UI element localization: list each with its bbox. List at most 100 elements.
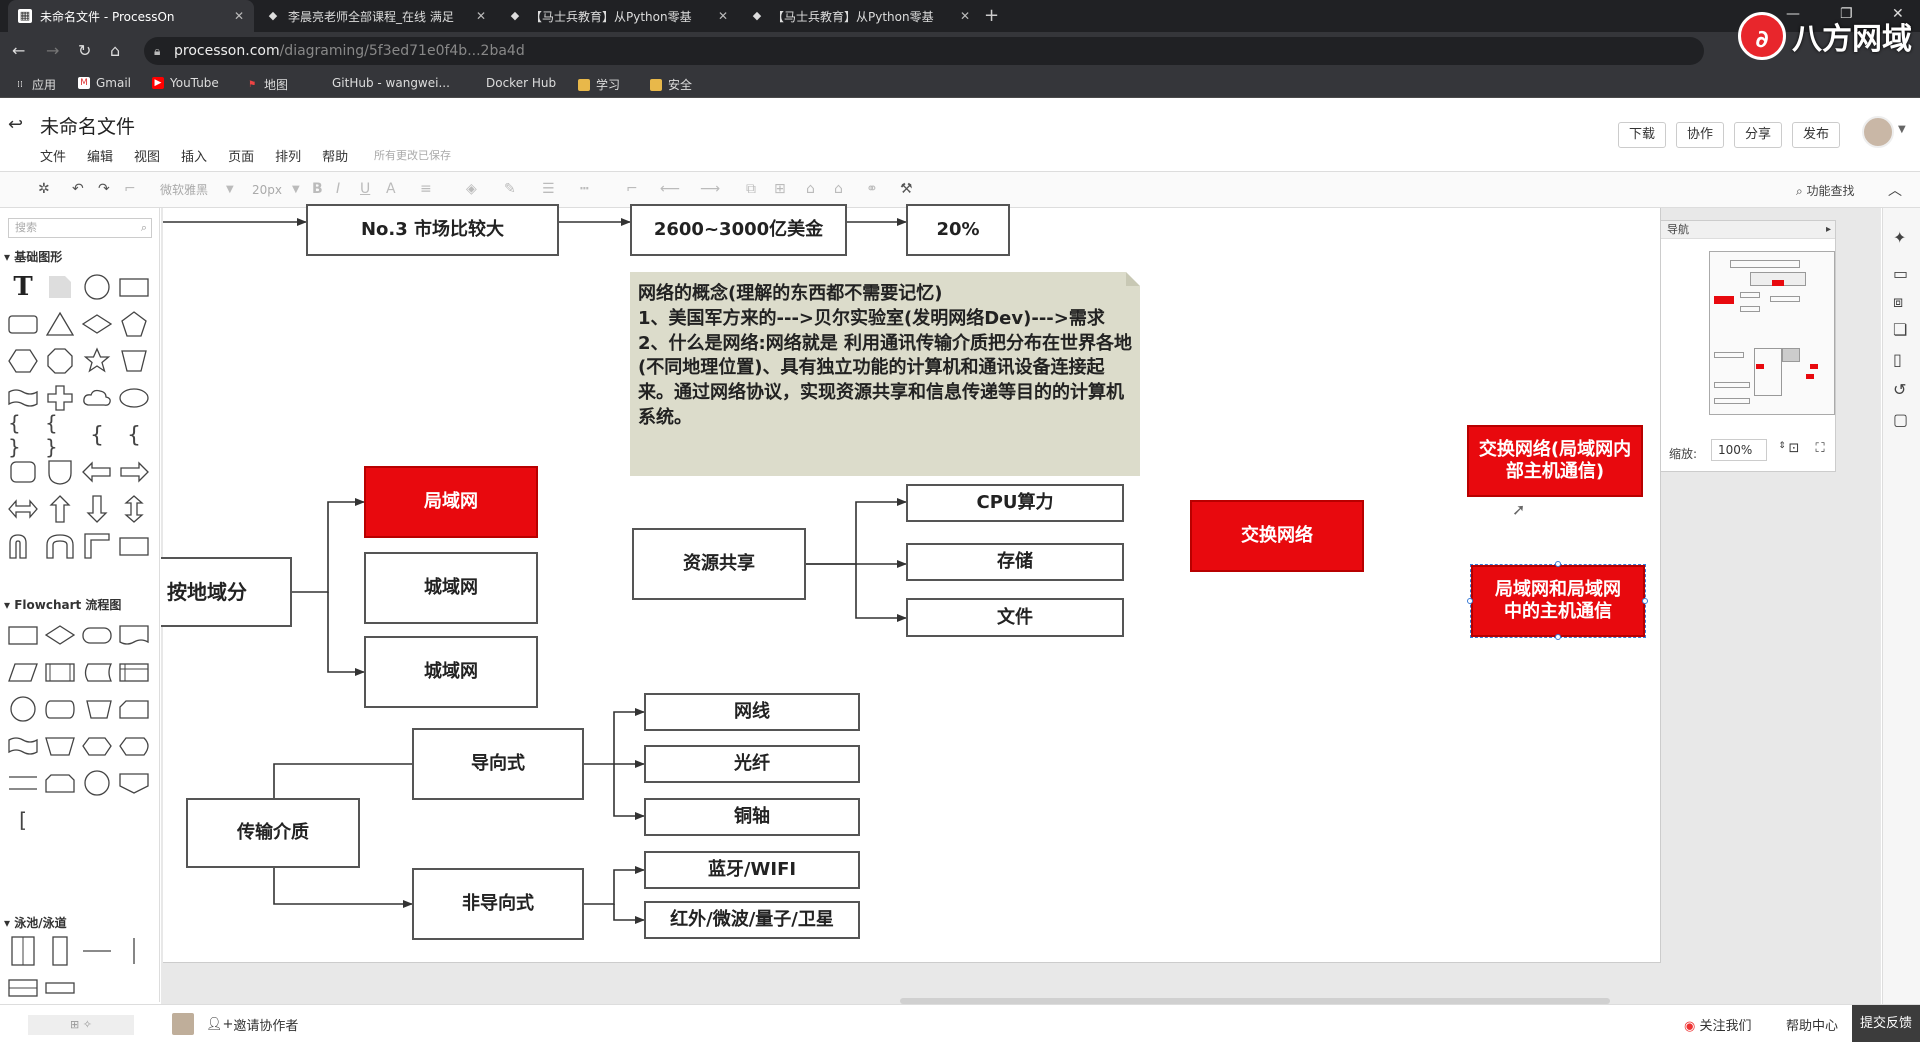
font-size-select[interactable]: 20px — [252, 179, 292, 201]
chevron-down-icon[interactable]: ▼ — [226, 184, 234, 195]
unguided-box[interactable]: 非导向式 — [412, 868, 584, 940]
font-family-select[interactable]: 微软雅黑 — [160, 179, 230, 201]
guided-box[interactable]: 导向式 — [412, 728, 584, 800]
up-arrow-shape-icon[interactable] — [45, 494, 75, 524]
navigator-collapse-icon[interactable]: ▸ — [1826, 221, 1831, 239]
feature-search[interactable]: ⌕ 功能查找 — [1796, 182, 1855, 199]
navigator-toggle-icon[interactable]: ✦ — [1893, 228, 1906, 247]
double-arrow-shape-icon[interactable] — [8, 494, 38, 524]
text-color-icon[interactable]: A — [386, 181, 396, 197]
collaborate-button[interactable]: 协作 — [1676, 122, 1725, 148]
bracket-shape-icon[interactable]: { } — [45, 411, 75, 459]
collapse-toolbar-icon[interactable]: ︿ — [1888, 180, 1902, 200]
bookmark-folder-security[interactable]: 安全 — [650, 76, 692, 93]
close-tab-icon[interactable]: ✕ — [960, 9, 970, 23]
user-avatar[interactable] — [1862, 116, 1894, 148]
market-rank-box[interactable]: No.3 市场比较大 — [306, 204, 559, 256]
menu-arrange[interactable]: 排列 — [275, 146, 301, 165]
browser-tab-python-1[interactable]: ◆ 【马士兵教育】从Python零基 ✕ — [498, 0, 738, 32]
by-region-box[interactable]: 按地域分 — [161, 557, 292, 627]
cross-shape-icon[interactable] — [45, 383, 75, 413]
banner-shape-icon[interactable] — [8, 383, 38, 413]
file-icon[interactable]: ▯ — [1893, 350, 1902, 369]
market-size-box[interactable]: 2600~3000亿美金 — [630, 204, 847, 256]
infrared-microwave-box[interactable]: 红外/微波/量子/卫星 — [644, 901, 860, 939]
rectangle-shape-icon[interactable] — [119, 272, 149, 302]
forward-icon[interactable]: → — [46, 41, 59, 60]
vertical-separator-shape-icon[interactable] — [119, 936, 149, 966]
lock-icon[interactable]: ⌂ — [806, 181, 815, 197]
bookmark-youtube[interactable]: ▶ YouTube — [152, 76, 219, 90]
offpage-shape-icon[interactable] — [119, 768, 149, 798]
fiber-box[interactable]: 光纤 — [644, 745, 860, 783]
horizontal-pool-shape-icon[interactable] — [8, 973, 38, 1003]
bold-icon[interactable]: B — [312, 181, 323, 197]
reload-icon[interactable]: ↻ — [78, 41, 91, 60]
vertical-double-arrow-shape-icon[interactable] — [119, 494, 149, 524]
bookmark-github[interactable]: GitHub - wangwei... — [332, 76, 450, 90]
cloud-shape-icon[interactable] — [82, 383, 112, 413]
line-width-icon[interactable]: ☰ — [542, 181, 555, 197]
unlock-icon[interactable]: ⌂ — [834, 181, 843, 197]
lan-to-lan-box[interactable]: 局域网和局域网中的主机通信 — [1470, 564, 1646, 638]
resource-share-box[interactable]: 资源共享 — [632, 528, 806, 600]
parallel-shape-icon[interactable] — [8, 768, 38, 798]
circle-shape-icon[interactable] — [82, 272, 112, 302]
predefined-process-shape-icon[interactable] — [45, 657, 75, 687]
underline-icon[interactable]: U — [360, 181, 370, 197]
link-icon[interactable]: ⚭ — [866, 181, 878, 197]
document-title[interactable]: 未命名文件 — [40, 112, 135, 139]
search-icon[interactable]: ⌕ — [141, 219, 147, 237]
horizontal-separator-shape-icon[interactable] — [82, 936, 112, 966]
man-box-1[interactable]: 城域网 — [364, 552, 538, 624]
tab-rect-shape-icon[interactable] — [119, 531, 149, 561]
corner-shape-icon[interactable] — [82, 531, 112, 561]
lan-box[interactable]: 局域网 — [364, 466, 538, 538]
line-style-icon[interactable]: ┅ — [580, 181, 588, 197]
triangle-shape-icon[interactable] — [45, 309, 75, 339]
switch-network-desc-box[interactable]: 交换网络(局域网内部主机通信) — [1467, 425, 1643, 497]
menu-insert[interactable]: 插入 — [181, 146, 207, 165]
manual-operation-shape-icon[interactable] — [82, 694, 112, 724]
u-turn-shape-icon[interactable] — [8, 531, 38, 561]
line-color-icon[interactable]: ✎ — [504, 181, 516, 197]
rounded-rect-shape-icon[interactable] — [8, 309, 38, 339]
or-shape-icon[interactable] — [82, 768, 112, 798]
brace-left-shape-icon[interactable]: { — [82, 420, 112, 450]
chevron-down-icon[interactable]: ▼ — [1898, 124, 1906, 135]
menu-view[interactable]: 视图 — [134, 146, 160, 165]
man-box-2[interactable]: 城域网 — [364, 636, 538, 708]
rounded-square-shape-icon[interactable] — [8, 457, 38, 487]
layer-icon[interactable]: ⧈ — [1893, 292, 1903, 312]
close-tab-icon[interactable]: ✕ — [718, 9, 728, 23]
publish-button[interactable]: 发布 — [1792, 122, 1841, 148]
octagon-shape-icon[interactable] — [45, 346, 75, 376]
hexagon-shape-icon[interactable] — [8, 346, 38, 376]
text-shape-icon[interactable]: T — [8, 272, 38, 302]
network-concept-note[interactable]: 网络的概念(理解的东西都不需要记忆) 1、美国军方来的--->贝尔实验室(发明网… — [630, 272, 1140, 476]
bookmark-folder-study[interactable]: 学习 — [578, 76, 620, 93]
redo-icon[interactable]: ↷ — [98, 181, 110, 197]
transmission-medium-box[interactable]: 传输介质 — [186, 798, 360, 868]
chevron-down-icon[interactable]: ▼ — [292, 184, 300, 195]
history-icon[interactable]: ↺ — [1893, 380, 1906, 399]
italic-icon[interactable]: I — [336, 181, 340, 197]
arch-shape-icon[interactable] — [45, 531, 75, 561]
align-icon[interactable]: ≡ — [420, 181, 432, 197]
url-field[interactable]: 🔒︎ processon.com/diagraming/5f3ed71e0f4b… — [144, 37, 1704, 65]
brace-pair-shape-icon[interactable]: { } — [8, 411, 38, 459]
preparation-shape-icon[interactable] — [82, 731, 112, 761]
close-tab-icon[interactable]: ✕ — [476, 9, 486, 23]
menu-help[interactable]: 帮助 — [322, 146, 348, 165]
pages-icon[interactable]: ❏ — [1893, 320, 1907, 339]
bookmark-maps[interactable]: ⚑ 地图 — [246, 76, 288, 93]
card-shape-icon[interactable] — [119, 694, 149, 724]
terminator-shape-icon[interactable] — [82, 620, 112, 650]
switch-network-box[interactable]: 交换网络 — [1190, 500, 1364, 572]
magic-wand-icon[interactable]: ⚒ — [900, 181, 913, 197]
decision-shape-icon[interactable] — [45, 620, 75, 650]
start-arrow-icon[interactable]: ⟵ — [660, 181, 680, 197]
shield-shape-icon[interactable] — [45, 457, 75, 487]
browser-tab-python-2[interactable]: ◆ 【马士兵教育】从Python零基 ✕ — [740, 0, 980, 32]
browser-tab-processon[interactable]: ▦ 未命名文件 - ProcessOn ✕ — [8, 0, 254, 32]
